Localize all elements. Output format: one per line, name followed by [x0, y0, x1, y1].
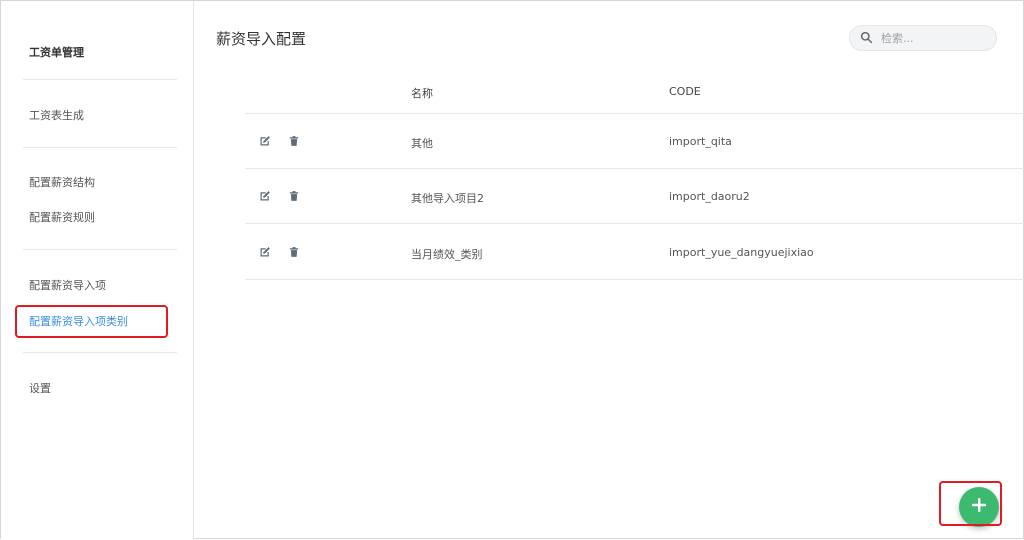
row-code: import_yue_dangyuejixiao [669, 246, 814, 259]
table-divider [245, 223, 1024, 224]
sidebar-divider [23, 249, 177, 250]
table-divider [245, 279, 1024, 280]
edit-icon[interactable] [259, 190, 271, 202]
trash-icon[interactable] [288, 135, 300, 147]
sidebar-item-salary-structure[interactable]: 配置薪资结构 [29, 174, 95, 190]
row-name: 当月绩效_类别 [411, 248, 483, 261]
search-box[interactable] [849, 25, 997, 51]
row-name: 其他 [411, 137, 433, 150]
sidebar-item-salary-rules[interactable]: 配置薪资规则 [29, 209, 95, 225]
search-input[interactable] [881, 31, 991, 45]
row-name: 其他导入项目2 [411, 192, 484, 205]
row-code: import_qita [669, 135, 732, 148]
sidebar-title: 工资单管理 [29, 46, 84, 59]
sidebar: 工资单管理 工资表生成 配置薪资结构 配置薪资规则 配置薪资导入项 配置薪资导入… [1, 1, 194, 540]
sidebar-item-settings[interactable]: 设置 [29, 380, 51, 396]
table-divider [245, 168, 1024, 169]
highlight-box-sidebar [15, 305, 168, 338]
edit-icon[interactable] [259, 135, 271, 147]
page-title: 薪资导入配置 [216, 30, 307, 48]
sidebar-divider [23, 79, 177, 80]
column-header-code: CODE [669, 85, 701, 98]
highlight-box-add [939, 481, 1002, 526]
sidebar-divider [23, 147, 177, 148]
sidebar-item-import-items[interactable]: 配置薪资导入项 [29, 277, 106, 293]
app-window: 工资单管理 工资表生成 配置薪资结构 配置薪资规则 配置薪资导入项 配置薪资导入… [0, 0, 1024, 540]
search-icon [860, 29, 873, 48]
row-code: import_daoru2 [669, 190, 750, 203]
sidebar-item-payroll-generate[interactable]: 工资表生成 [29, 107, 84, 123]
edit-icon[interactable] [259, 246, 271, 258]
table-divider [245, 113, 1024, 114]
column-header-name: 名称 [411, 87, 433, 100]
trash-icon[interactable] [288, 190, 300, 202]
trash-icon[interactable] [288, 246, 300, 258]
sidebar-divider [23, 352, 177, 353]
